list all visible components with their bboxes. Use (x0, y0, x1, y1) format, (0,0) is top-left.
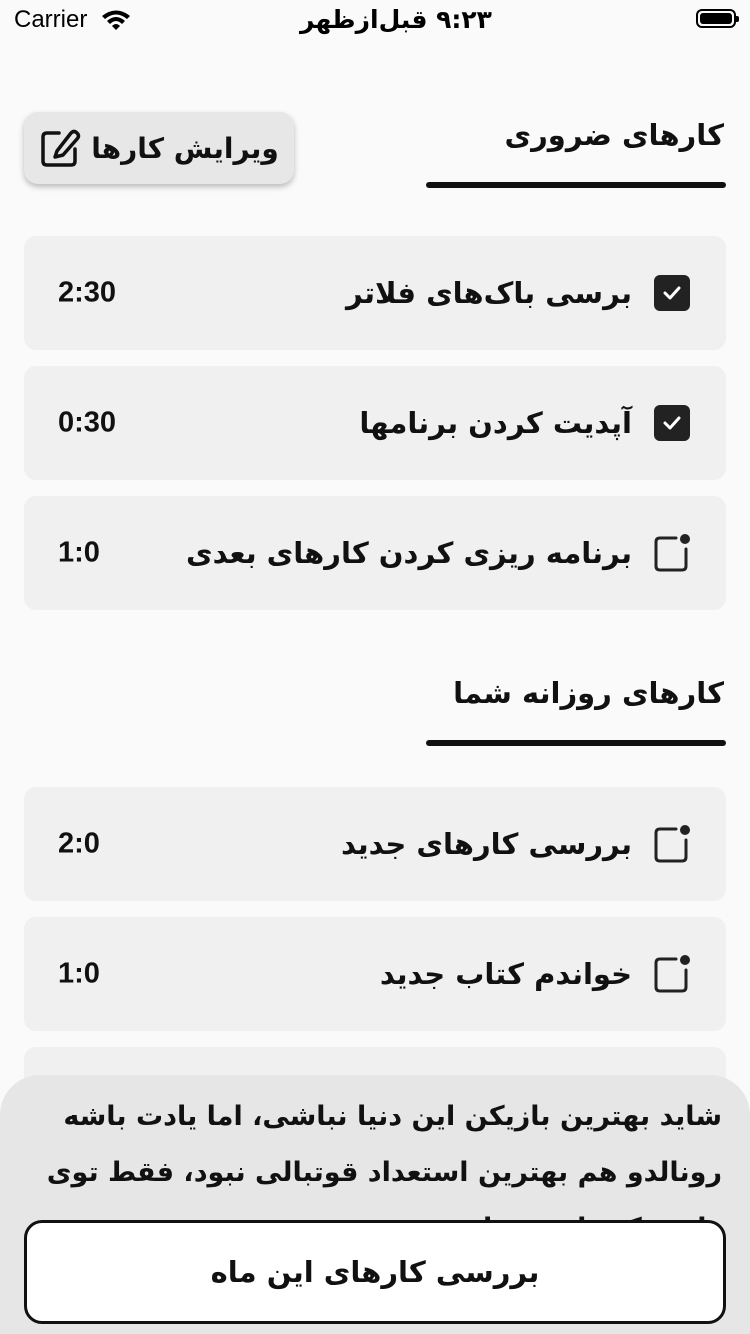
edit-tasks-label: ویرایش کارها (91, 131, 279, 165)
daily-tasks-title: کارهای روزانه شما (453, 676, 724, 710)
task-label: آپدیت کردن برنامها (359, 406, 632, 440)
task-row[interactable]: 2:30 برسی باک‌های فلاتر (24, 236, 726, 350)
task-row[interactable]: 0:30 آپدیت کردن برنامها (24, 366, 726, 480)
task-label: برنامه ریزی کردن کارهای بعدی (186, 536, 632, 570)
pending-task-icon[interactable] (652, 533, 692, 573)
daily-tasks-underline (426, 740, 726, 746)
bottom-sheet: شاید بهترین بازیکن این دنیا نباشی، اما ی… (0, 1075, 750, 1334)
task-row[interactable]: 1:0 خواندم کتاب جدید (24, 917, 726, 1031)
pending-task-icon[interactable] (652, 824, 692, 864)
review-month-tasks-button[interactable]: بررسی کارهای این ماه (24, 1220, 726, 1324)
task-row[interactable]: 1:0 برنامه ریزی کردن کارهای بعدی (24, 496, 726, 610)
task-time: 1:0 (58, 957, 100, 990)
edit-tasks-button[interactable]: ویرایش کارها (24, 112, 294, 184)
task-time: 2:0 (58, 827, 100, 860)
essential-tasks-underline (426, 182, 726, 188)
task-time: 2:30 (58, 276, 117, 309)
task-time: 1:0 (58, 536, 100, 569)
edit-icon (41, 129, 81, 167)
task-label: بررسی کارهای جدید (341, 827, 632, 861)
task-label: برسی باک‌های فلاتر (346, 276, 632, 310)
battery-icon (696, 9, 739, 28)
wifi-icon (102, 10, 130, 30)
essential-tasks-title: کارهای ضروری (504, 118, 724, 152)
task-row[interactable]: 2:0 بررسی کارهای جدید (24, 787, 726, 901)
checked-checkbox-icon[interactable] (652, 273, 692, 313)
status-bar: Carrier ۹:۲۳ قبل‌ازظهر (0, 0, 750, 40)
review-month-tasks-label: بررسی کارهای این ماه (210, 1255, 540, 1289)
task-time: 0:30 (58, 406, 117, 439)
carrier-label: Carrier (14, 6, 88, 33)
pending-task-icon[interactable] (652, 954, 692, 994)
task-label: خواندم کتاب جدید (379, 957, 632, 991)
status-time: ۹:۲۳ قبل‌ازظهر (300, 5, 492, 34)
checked-checkbox-icon[interactable] (652, 403, 692, 443)
